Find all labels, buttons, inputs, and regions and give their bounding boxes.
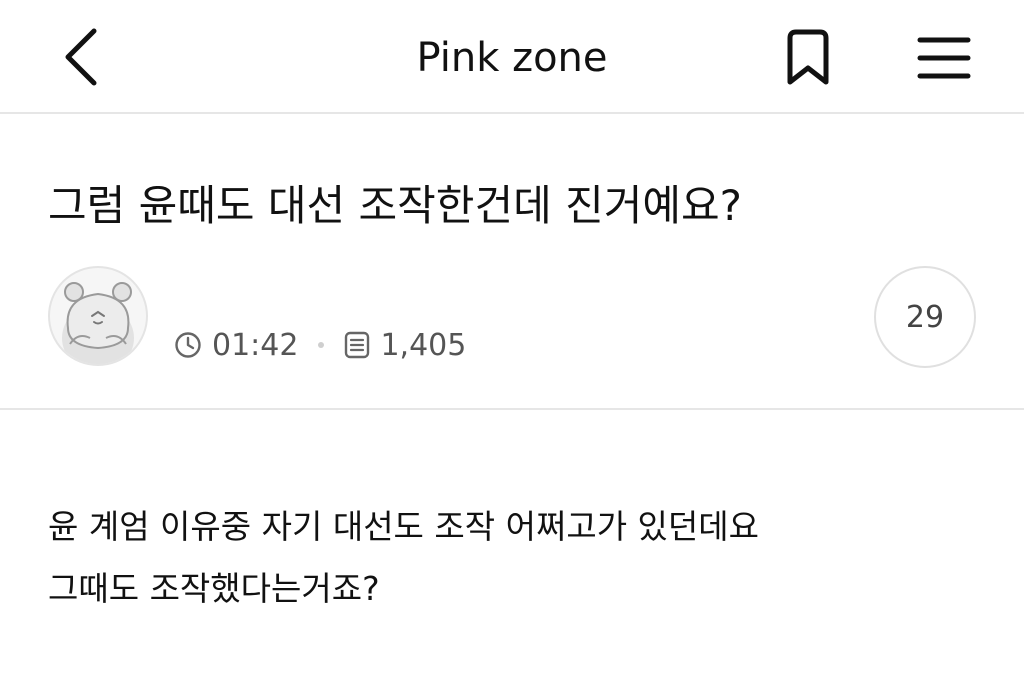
menu-button[interactable]	[910, 24, 978, 92]
author-name[interactable]	[176, 276, 416, 298]
top-app-bar: Pink zone	[0, 0, 1024, 114]
view-count: 1,405	[380, 327, 467, 363]
bookmark-icon	[787, 29, 829, 85]
bookmark-button[interactable]	[776, 24, 840, 92]
document-list-icon	[344, 331, 370, 359]
meta-separator	[318, 342, 325, 348]
comment-count-label: 29	[905, 299, 945, 335]
hamster-avatar-icon	[62, 282, 134, 364]
comment-count-button[interactable]: 29	[874, 266, 976, 368]
post-body: 윤 계엄 이유중 자기 대선도 조작 어쩌고가 있던데요 그때도 조작했다는거죠…	[48, 496, 988, 620]
back-button[interactable]	[52, 22, 112, 92]
post-meta: 01:42 1,405	[174, 322, 466, 368]
page-title: Pink zone	[416, 35, 608, 81]
clock-icon	[174, 331, 202, 359]
divider	[0, 408, 1024, 410]
post-body-line: 윤 계엄 이유중 자기 대선도 조작 어쩌고가 있던데요	[48, 507, 759, 546]
chevron-left-icon	[65, 28, 97, 86]
post-time: 01:42	[212, 327, 299, 363]
author-avatar[interactable]	[48, 266, 148, 366]
post-body-line: 그때도 조작했다는거죠?	[48, 569, 380, 608]
hamburger-menu-icon	[917, 37, 971, 79]
post-title: 그럼 윤때도 대선 조작한건데 진거예요?	[48, 181, 742, 230]
